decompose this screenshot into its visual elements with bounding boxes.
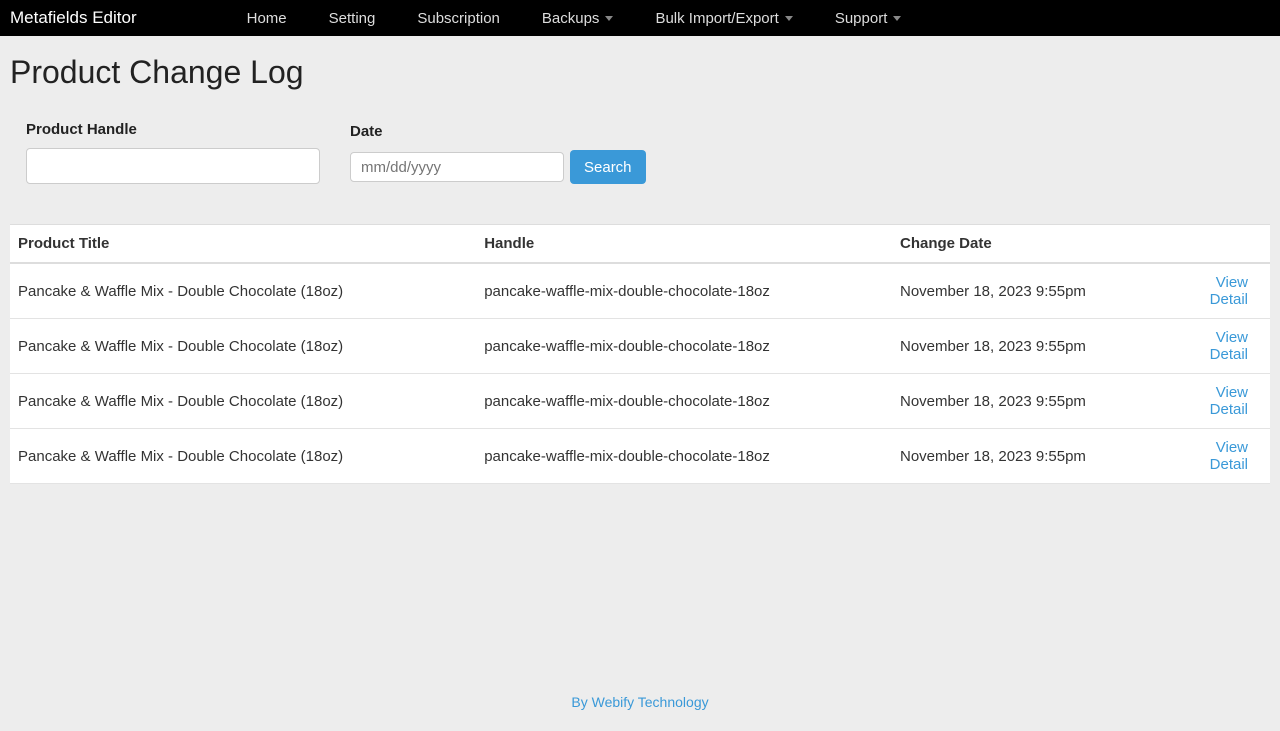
col-action	[1169, 225, 1270, 264]
table-row: Pancake & Waffle Mix - Double Chocolate …	[10, 429, 1270, 484]
table-header-row: Product Title Handle Change Date	[10, 225, 1270, 264]
chevron-down-icon	[785, 16, 793, 21]
nav-item-label: Subscription	[417, 10, 500, 27]
nav-item-backups[interactable]: Backups	[542, 10, 614, 27]
cell-handle: pancake-waffle-mix-double-chocolate-18oz	[476, 263, 892, 319]
nav-item-label: Setting	[329, 10, 376, 27]
nav-item-setting[interactable]: Setting	[329, 10, 376, 27]
col-product-title: Product Title	[10, 225, 476, 264]
cell-action: View Detail	[1169, 429, 1270, 484]
table-row: Pancake & Waffle Mix - Double Chocolate …	[10, 263, 1270, 319]
col-change-date: Change Date	[892, 225, 1169, 264]
cell-action: View Detail	[1169, 374, 1270, 429]
change-log-table: Product Title Handle Change Date Pancake…	[10, 224, 1270, 484]
chevron-down-icon	[893, 16, 901, 21]
brand[interactable]: Metafields Editor	[10, 8, 137, 28]
cell-action: View Detail	[1169, 319, 1270, 374]
product-handle-group: Product Handle	[26, 121, 320, 184]
col-handle: Handle	[476, 225, 892, 264]
nav-item-label: Home	[247, 10, 287, 27]
view-detail-link[interactable]: View Detail	[1210, 329, 1248, 363]
date-input[interactable]	[350, 152, 564, 182]
product-handle-input[interactable]	[26, 148, 320, 184]
nav-item-label: Backups	[542, 10, 600, 27]
nav-item-label: Bulk Import/Export	[655, 10, 778, 27]
nav-item-subscription[interactable]: Subscription	[417, 10, 500, 27]
filter-bar: Product Handle Date Search	[26, 121, 1270, 184]
table-row: Pancake & Waffle Mix - Double Chocolate …	[10, 374, 1270, 429]
cell-handle: pancake-waffle-mix-double-chocolate-18oz	[476, 429, 892, 484]
cell-product-title: Pancake & Waffle Mix - Double Chocolate …	[10, 319, 476, 374]
nav-item-bulk-import-export[interactable]: Bulk Import/Export	[655, 10, 792, 27]
cell-handle: pancake-waffle-mix-double-chocolate-18oz	[476, 374, 892, 429]
cell-change-date: November 18, 2023 9:55pm	[892, 319, 1169, 374]
view-detail-link[interactable]: View Detail	[1210, 274, 1248, 308]
page-body: Product Change Log Product Handle Date S…	[0, 36, 1280, 731]
nav-items: Home Setting Subscription Backups Bulk Impor…	[247, 10, 902, 27]
footer: By Webify Technology	[10, 684, 1270, 721]
cell-action: View Detail	[1169, 263, 1270, 319]
view-detail-link[interactable]: View Detail	[1210, 384, 1248, 418]
nav-item-home[interactable]: Home	[247, 10, 287, 27]
chevron-down-icon	[605, 16, 613, 21]
product-handle-label: Product Handle	[26, 121, 320, 138]
search-button[interactable]: Search	[570, 150, 646, 184]
table-row: Pancake & Waffle Mix - Double Chocolate …	[10, 319, 1270, 374]
nav-item-support[interactable]: Support	[835, 10, 902, 27]
nav-item-label: Support	[835, 10, 888, 27]
cell-change-date: November 18, 2023 9:55pm	[892, 429, 1169, 484]
cell-product-title: Pancake & Waffle Mix - Double Chocolate …	[10, 374, 476, 429]
view-detail-link[interactable]: View Detail	[1210, 439, 1248, 473]
navbar: Metafields Editor Home Setting Subscriptio…	[0, 0, 1280, 36]
cell-product-title: Pancake & Waffle Mix - Double Chocolate …	[10, 263, 476, 319]
page-title: Product Change Log	[10, 54, 1270, 91]
date-group: Date Search	[350, 123, 646, 184]
date-label: Date	[350, 123, 646, 140]
cell-change-date: November 18, 2023 9:55pm	[892, 374, 1169, 429]
cell-product-title: Pancake & Waffle Mix - Double Chocolate …	[10, 429, 476, 484]
cell-handle: pancake-waffle-mix-double-chocolate-18oz	[476, 319, 892, 374]
cell-change-date: November 18, 2023 9:55pm	[892, 263, 1169, 319]
footer-link[interactable]: By Webify Technology	[571, 694, 708, 710]
